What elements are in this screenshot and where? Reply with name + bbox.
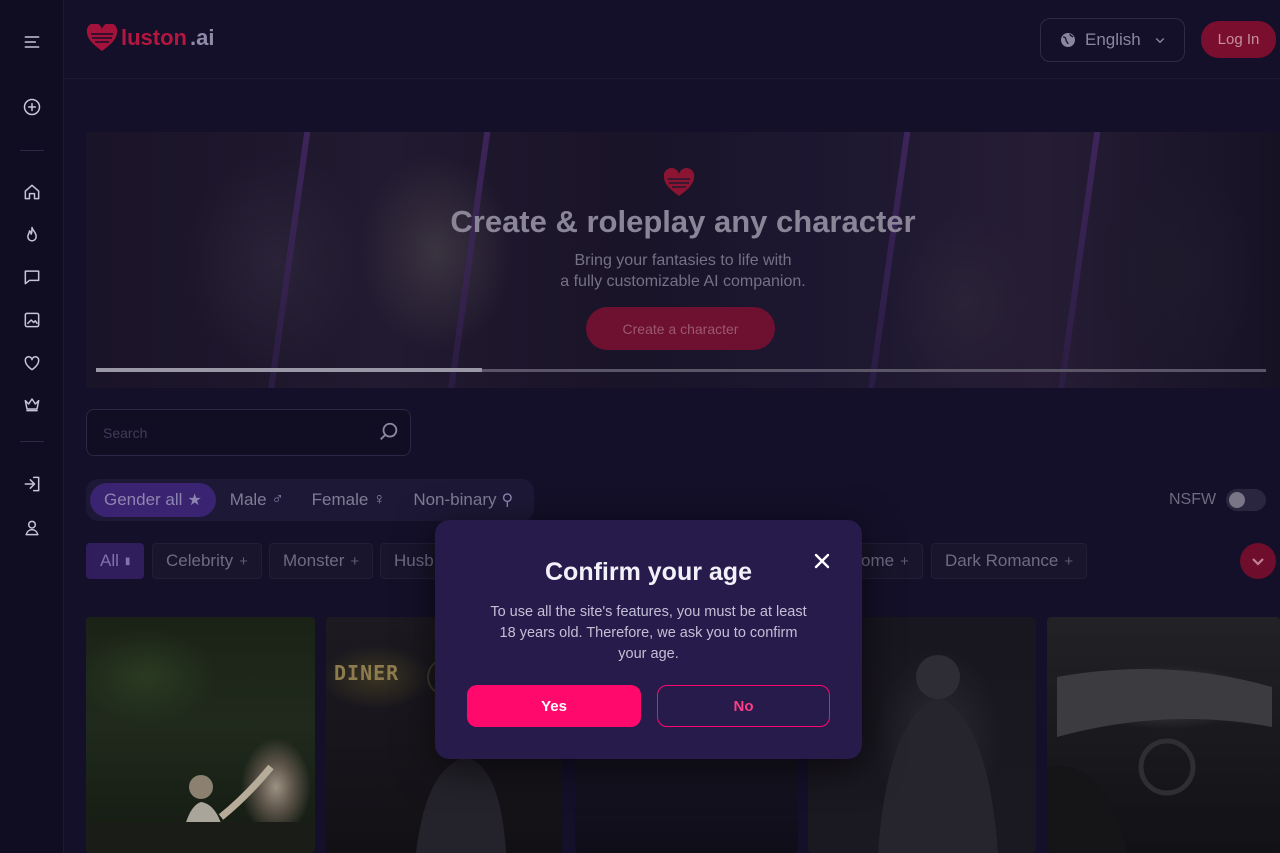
sidebar-divider — [20, 441, 44, 442]
chip-label: Celebrity — [166, 551, 234, 570]
plus-circle-icon[interactable] — [20, 95, 44, 119]
logo-text: luston — [121, 25, 187, 50]
nonbinary-symbol-icon: ⚲ — [501, 492, 514, 509]
character-card[interactable] — [1047, 617, 1280, 853]
plus-icon: + — [1064, 552, 1074, 570]
plus-icon: + — [239, 552, 248, 570]
confirm-age-yes-button[interactable]: Yes — [467, 685, 641, 727]
gender-label: Male — [229, 490, 267, 509]
chip-suffix: ▮ — [124, 555, 131, 567]
hero-title: Create & roleplay any character — [450, 204, 916, 239]
chip-label: Monster — [283, 551, 345, 570]
home-icon[interactable] — [20, 180, 44, 204]
sidebar — [0, 0, 64, 853]
gender-filter: Gender all ★ Male ♂ Female ♀ Non-binary … — [86, 479, 534, 521]
hero-subtitle-line: Bring your fantasies to life with — [574, 252, 792, 269]
gender-label: Female — [311, 490, 369, 509]
globe-icon — [1061, 33, 1075, 47]
chip-label: Dark Romance — [945, 551, 1059, 570]
category-chip-monster[interactable]: Monster + — [269, 543, 374, 579]
character-card-image — [1047, 669, 1272, 853]
menu-icon[interactable] — [20, 30, 44, 54]
character-card[interactable] — [86, 617, 315, 853]
star-icon: ★ — [187, 492, 202, 509]
user-icon[interactable] — [20, 516, 44, 540]
nsfw-toggle[interactable] — [1226, 489, 1267, 511]
category-chip-celebrity[interactable]: Celebrity + — [152, 543, 262, 579]
login-icon[interactable] — [20, 472, 44, 496]
crown-icon[interactable] — [20, 392, 44, 416]
gender-filter-female[interactable]: Female ♀ — [298, 483, 400, 517]
category-chip-all[interactable]: All ▮ — [86, 543, 145, 579]
nsfw-label: NSFW — [1169, 491, 1217, 508]
chevron-down-icon — [1155, 38, 1164, 44]
chip-label: All — [100, 551, 119, 570]
heart-icon[interactable] — [20, 351, 44, 375]
modal-title: Confirm your age — [545, 558, 752, 586]
chip-label: Husb — [394, 551, 434, 570]
gender-filter-nonbinary[interactable]: Non-binary ⚲ — [399, 483, 527, 517]
hero-subtitle-line: a fully customizable AI companion. — [560, 273, 806, 290]
login-button[interactable]: Log In — [1201, 21, 1276, 58]
confirm-age-no-button[interactable]: No — [657, 685, 830, 727]
chat-icon[interactable] — [20, 265, 44, 289]
search-icon[interactable] — [378, 421, 402, 445]
gender-filter-male[interactable]: Male ♂ — [216, 483, 298, 517]
carousel-progress-bar — [96, 368, 482, 372]
create-character-button[interactable]: Create a character — [586, 307, 775, 350]
image-icon[interactable] — [20, 308, 44, 332]
hero-banner: Create & roleplay any character Bring yo… — [86, 132, 1280, 388]
flame-icon[interactable] — [20, 223, 44, 247]
categories-expand-button[interactable] — [1240, 543, 1276, 579]
plus-icon: + — [350, 552, 360, 570]
sidebar-divider — [20, 150, 44, 151]
age-confirmation-modal: Confirm your age To use all the site's f… — [435, 520, 862, 759]
site-logo[interactable]: luston .ai — [86, 24, 214, 52]
search-input[interactable] — [103, 422, 363, 444]
logo-suffix: .ai — [190, 25, 215, 50]
logo-heart-icon — [86, 24, 118, 51]
chip-label: ome — [861, 551, 895, 570]
top-header: luston .ai English Log In — [64, 0, 1280, 79]
female-symbol-icon: ♀ — [373, 491, 386, 508]
nsfw-toggle-group: NSFW — [1169, 489, 1267, 511]
hero-subtitle: Bring your fantasies to life with a full… — [86, 250, 1280, 292]
gender-label: Gender all — [104, 490, 183, 509]
modal-message: To use all the site's features, you must… — [490, 604, 807, 662]
language-label: English — [1085, 30, 1141, 49]
plus-icon: + — [900, 552, 909, 570]
male-symbol-icon: ♂ — [271, 491, 284, 508]
gender-filter-all[interactable]: Gender all ★ — [90, 483, 216, 517]
language-selector[interactable]: English — [1040, 18, 1185, 62]
category-chip-dark-romance[interactable]: Dark Romance + — [931, 543, 1088, 579]
chevron-down-icon — [1252, 558, 1264, 566]
close-icon[interactable] — [813, 552, 831, 570]
character-card-image — [86, 764, 315, 853]
hero-heart-icon — [663, 168, 695, 196]
gender-label: Non-binary — [413, 490, 497, 509]
search-box — [86, 409, 411, 456]
